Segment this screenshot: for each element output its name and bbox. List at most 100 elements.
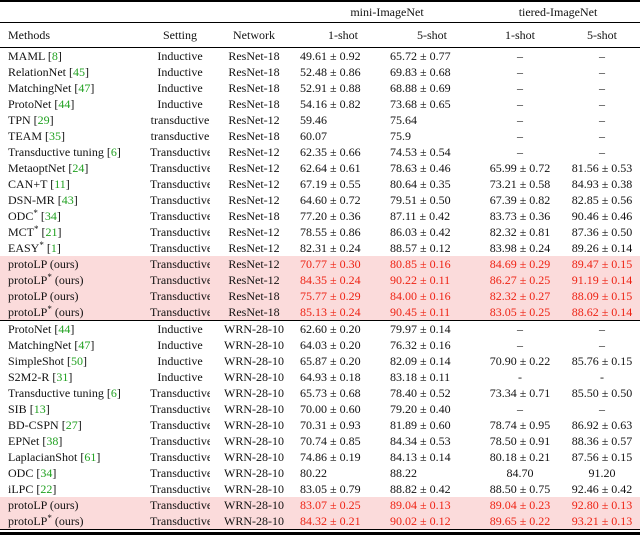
value-cell: 73.21 ± 0.58 — [476, 176, 564, 192]
value-cell: 89.04 ± 0.23 — [476, 497, 564, 513]
table-row: Transductive tuning [6]TransductiveWRN-2… — [0, 385, 640, 401]
citation-link[interactable]: 47 — [78, 338, 90, 352]
value-cell: 91.20 — [564, 465, 640, 481]
value-cell: 82.09 ± 0.14 — [388, 353, 476, 369]
citation-link[interactable]: 31 — [56, 370, 68, 384]
citation-link[interactable]: 61 — [84, 450, 96, 464]
setting-cell: Transductive — [150, 304, 210, 321]
value-cell: – — [476, 96, 564, 112]
setting-cell: Transductive — [150, 144, 210, 160]
network-cell: ResNet-18 — [210, 128, 298, 144]
value-cell: 70.74 ± 0.85 — [298, 433, 388, 449]
method-cell: ProtoNet [44] — [0, 96, 150, 112]
value-cell: 75.9 — [388, 128, 476, 144]
citation-link[interactable]: 13 — [34, 402, 46, 416]
value-cell: 62.64 ± 0.61 — [298, 160, 388, 176]
citation-link[interactable]: 6 — [111, 386, 117, 400]
value-cell: 65.99 ± 0.72 — [476, 160, 564, 176]
method-cell: EPNet [38] — [0, 433, 150, 449]
table-row: SIB [13]TransductiveWRN-28-1070.00 ± 0.6… — [0, 401, 640, 417]
citation-link[interactable]: 50 — [71, 354, 83, 368]
value-cell: 78.40 ± 0.52 — [388, 385, 476, 401]
method-cell: protoLP (ours) — [0, 288, 150, 304]
citation-link[interactable]: 24 — [72, 161, 84, 175]
network-cell: WRN-28-10 — [210, 497, 298, 513]
value-cell: – — [564, 112, 640, 128]
method-cell: CAN+T [11] — [0, 176, 150, 192]
method-cell: ODC [34] — [0, 465, 150, 481]
value-cell: 84.32 ± 0.21 — [298, 513, 388, 530]
method-cell: LaplacianShot [61] — [0, 449, 150, 465]
value-cell: 86.27 ± 0.25 — [476, 272, 564, 288]
table-row: iLPC [22]TransductiveWRN-28-1083.05 ± 0.… — [0, 481, 640, 497]
table-row: MCT* [21]TransductiveResNet-1278.55 ± 0.… — [0, 224, 640, 240]
value-cell: – — [564, 64, 640, 80]
value-cell: - — [564, 369, 640, 385]
citation-link[interactable]: 38 — [46, 434, 58, 448]
method-cell: SIB [13] — [0, 401, 150, 417]
results-table: mini-ImageNet tiered-ImageNet Methods Se… — [0, 0, 640, 530]
network-cell: WRN-28-10 — [210, 369, 298, 385]
value-cell: 88.22 — [388, 465, 476, 481]
citation-link[interactable]: 8 — [52, 49, 58, 63]
setting-cell: Inductive — [150, 64, 210, 80]
citation-link[interactable]: 6 — [111, 145, 117, 159]
citation-link[interactable]: 29 — [38, 113, 50, 127]
network-cell: WRN-28-10 — [210, 353, 298, 369]
network-cell: WRN-28-10 — [210, 481, 298, 497]
citation-link[interactable]: 27 — [66, 418, 78, 432]
value-cell: 78.50 ± 0.91 — [476, 433, 564, 449]
setting-cell: Inductive — [150, 337, 210, 353]
method-asterisk: * — [47, 513, 52, 523]
citation-link[interactable]: 11 — [54, 177, 66, 191]
value-cell: 88.82 ± 0.42 — [388, 481, 476, 497]
method-cell: MatchingNet [47] — [0, 337, 150, 353]
setting-cell: Transductive — [150, 497, 210, 513]
value-cell: 80.64 ± 0.35 — [388, 176, 476, 192]
value-cell: 88.57 ± 0.12 — [388, 240, 476, 256]
value-cell: – — [564, 48, 640, 65]
method-cell: S2M2-R [31] — [0, 369, 150, 385]
citation-link[interactable]: 34 — [45, 209, 57, 223]
value-cell: – — [564, 80, 640, 96]
table-row: CAN+T [11]TransductiveResNet-1267.19 ± 0… — [0, 176, 640, 192]
citation-link[interactable]: 34 — [40, 466, 52, 480]
value-cell: 65.73 ± 0.68 — [298, 385, 388, 401]
value-cell: 82.32 ± 0.27 — [476, 288, 564, 304]
citation-link[interactable]: 43 — [62, 193, 74, 207]
setting-cell: Transductive — [150, 192, 210, 208]
value-cell: 62.60 ± 0.20 — [298, 321, 388, 338]
network-cell: ResNet-18 — [210, 48, 298, 65]
citation-link[interactable]: 44 — [58, 322, 70, 336]
citation-link[interactable]: 47 — [78, 81, 90, 95]
setting-cell: Transductive — [150, 288, 210, 304]
col-header-network: Network — [210, 23, 298, 48]
value-cell: – — [476, 64, 564, 80]
value-cell: 75.77 ± 0.29 — [298, 288, 388, 304]
value-cell: 70.77 ± 0.30 — [298, 256, 388, 272]
table-row: ProtoNet [44]InductiveWRN-28-1062.60 ± 0… — [0, 321, 640, 338]
citation-link[interactable]: 45 — [73, 65, 85, 79]
value-cell: 92.80 ± 0.13 — [564, 497, 640, 513]
value-cell: 88.62 ± 0.14 — [564, 304, 640, 321]
network-cell: ResNet-18 — [210, 64, 298, 80]
table-row: protoLP (ours)TransductiveWRN-28-1083.07… — [0, 497, 640, 513]
network-cell: ResNet-12 — [210, 112, 298, 128]
value-cell: – — [564, 128, 640, 144]
value-cell: 74.86 ± 0.19 — [298, 449, 388, 465]
network-cell: WRN-28-10 — [210, 465, 298, 481]
citation-link[interactable]: 35 — [49, 129, 61, 143]
citation-link[interactable]: 22 — [40, 482, 52, 496]
citation-link[interactable]: 21 — [46, 225, 58, 239]
method-cell: BD-CSPN [27] — [0, 417, 150, 433]
table-row: protoLP* (ours)TransductiveWRN-28-1084.3… — [0, 513, 640, 530]
citation-link[interactable]: 44 — [58, 97, 70, 111]
method-cell: MAML [8] — [0, 48, 150, 65]
citation-link[interactable]: 1 — [51, 241, 57, 255]
method-cell: Transductive tuning [6] — [0, 144, 150, 160]
value-cell: 84.13 ± 0.14 — [388, 449, 476, 465]
network-cell: ResNet-12 — [210, 144, 298, 160]
setting-cell: Inductive — [150, 48, 210, 65]
setting-cell: Transductive — [150, 465, 210, 481]
col-header-methods: Methods — [0, 23, 150, 48]
